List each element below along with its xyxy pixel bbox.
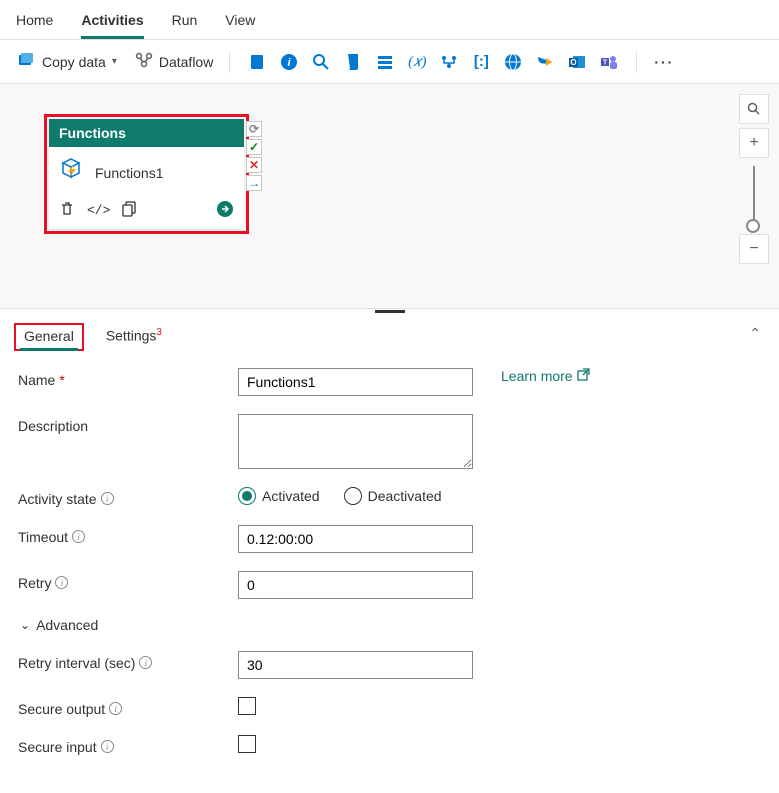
chevron-down-icon: ⌄ (20, 618, 30, 632)
zoom-slider-knob[interactable] (746, 219, 760, 233)
run-icon[interactable] (216, 200, 234, 221)
svg-text:O: O (571, 58, 577, 67)
nav-home[interactable]: Home (16, 8, 53, 39)
zoom-in-button[interactable]: + (739, 128, 769, 158)
delete-icon[interactable] (59, 201, 75, 220)
copy-data-label: Copy data (42, 54, 106, 70)
info-icon[interactable]: i (109, 702, 122, 715)
script-icon[interactable] (344, 53, 362, 71)
retry-interval-input[interactable] (238, 651, 473, 679)
settings-badge: 3 (156, 327, 162, 338)
dataflow-label: Dataflow (159, 54, 213, 70)
name-label: Name * (18, 368, 238, 388)
svg-text:T: T (603, 59, 608, 66)
radio-activated[interactable]: Activated (238, 487, 320, 505)
description-label: Description (18, 414, 238, 434)
retry-interval-label: Retry interval (sec) i (18, 651, 238, 671)
secure-output-checkbox[interactable] (238, 697, 256, 715)
canvas[interactable]: Functions Functions1 </> ⟳ ✓ (0, 84, 779, 309)
selection-highlight: Functions Functions1 </> ⟳ ✓ (44, 114, 249, 234)
node-title: Functions1 (95, 165, 163, 181)
learn-more-link[interactable]: Learn more (501, 368, 590, 384)
properties-panel: General Settings3 ⌃ Name * Learn more De… (0, 313, 779, 793)
properties-tabs: General Settings3 ⌃ (0, 313, 779, 352)
secure-input-label: Secure input i (18, 735, 238, 755)
node-header: Functions (49, 119, 244, 147)
advanced-toggle[interactable]: ⌄ Advanced (18, 617, 761, 633)
functions-icon (57, 157, 85, 188)
connector-top[interactable]: ⟳ (246, 121, 262, 137)
retry-input[interactable] (238, 571, 473, 599)
variable-icon[interactable]: (𝑥) (408, 53, 426, 71)
info-icon[interactable]: i (139, 656, 152, 669)
toolbar-divider (229, 51, 230, 73)
secure-output-label: Secure output i (18, 697, 238, 717)
name-input[interactable] (238, 368, 473, 396)
general-form: Name * Learn more Description Activity s… (0, 352, 779, 755)
teams-icon[interactable]: T (600, 53, 618, 71)
toolbar-divider-2 (636, 51, 637, 73)
info-icon[interactable]: i (101, 740, 114, 753)
radio-activated-circle (238, 487, 256, 505)
chevron-down-icon: ▾ (112, 56, 117, 67)
radio-deactivated-circle (344, 487, 362, 505)
zoom-slider[interactable] (753, 166, 755, 226)
node-body: Functions1 (49, 147, 244, 194)
activity-state-group: Activated Deactivated (238, 487, 442, 505)
dataflow-icon (135, 52, 153, 71)
pipeline-icon[interactable] (440, 53, 458, 71)
globe-icon[interactable] (504, 53, 522, 71)
webhook-icon[interactable] (536, 53, 554, 71)
outlook-icon[interactable]: O (568, 53, 586, 71)
nav-run[interactable]: Run (172, 8, 198, 39)
info-icon[interactable]: i (55, 576, 68, 589)
more-icon[interactable]: ··· (655, 53, 673, 71)
activity-node[interactable]: Functions Functions1 </> ⟳ ✓ (49, 119, 244, 229)
tab-general[interactable]: General (14, 323, 84, 351)
canvas-controls: + − (739, 94, 769, 264)
node-connectors: ⟳ ✓ ✕ → (246, 121, 262, 191)
toolbar-icon-group: i (𝑥) [:] O T ··· (248, 51, 673, 73)
retry-label: Retry i (18, 571, 238, 591)
secure-input-checkbox[interactable] (238, 735, 256, 753)
description-input[interactable] (238, 414, 473, 469)
node-actions: </> (49, 194, 244, 229)
bracket-icon[interactable]: [:] (472, 53, 490, 71)
tab-settings[interactable]: Settings3 (102, 323, 166, 352)
info-icon[interactable]: i (101, 492, 114, 505)
nav-activities[interactable]: Activities (81, 8, 143, 39)
activity-state-label: Activity state i (18, 487, 238, 507)
collapse-panel-button[interactable]: ⌃ (749, 325, 761, 342)
external-link-icon (577, 368, 590, 384)
nav-view[interactable]: View (225, 8, 255, 39)
top-nav: Home Activities Run View (0, 0, 779, 40)
connector-fail[interactable]: ✕ (246, 157, 262, 173)
copy-icon[interactable] (122, 201, 137, 220)
info-icon[interactable]: i (72, 530, 85, 543)
toolbar: Copy data ▾ Dataflow i (𝑥) [:] O T ··· (0, 40, 779, 84)
connector-skip[interactable]: → (246, 175, 262, 191)
timeout-label: Timeout i (18, 525, 238, 545)
dataflow-button[interactable]: Dataflow (129, 48, 219, 75)
list-icon[interactable] (376, 53, 394, 71)
notebook-icon[interactable] (248, 53, 266, 71)
info-icon[interactable]: i (280, 53, 298, 71)
copy-data-button[interactable]: Copy data ▾ (12, 48, 123, 75)
search-icon[interactable] (312, 53, 330, 71)
copy-data-icon (18, 52, 36, 71)
radio-deactivated[interactable]: Deactivated (344, 487, 442, 505)
canvas-search-button[interactable] (739, 94, 769, 124)
node-header-label: Functions (59, 125, 126, 141)
connector-success[interactable]: ✓ (246, 139, 262, 155)
zoom-out-button[interactable]: − (739, 234, 769, 264)
code-icon[interactable]: </> (87, 203, 110, 218)
timeout-input[interactable] (238, 525, 473, 553)
